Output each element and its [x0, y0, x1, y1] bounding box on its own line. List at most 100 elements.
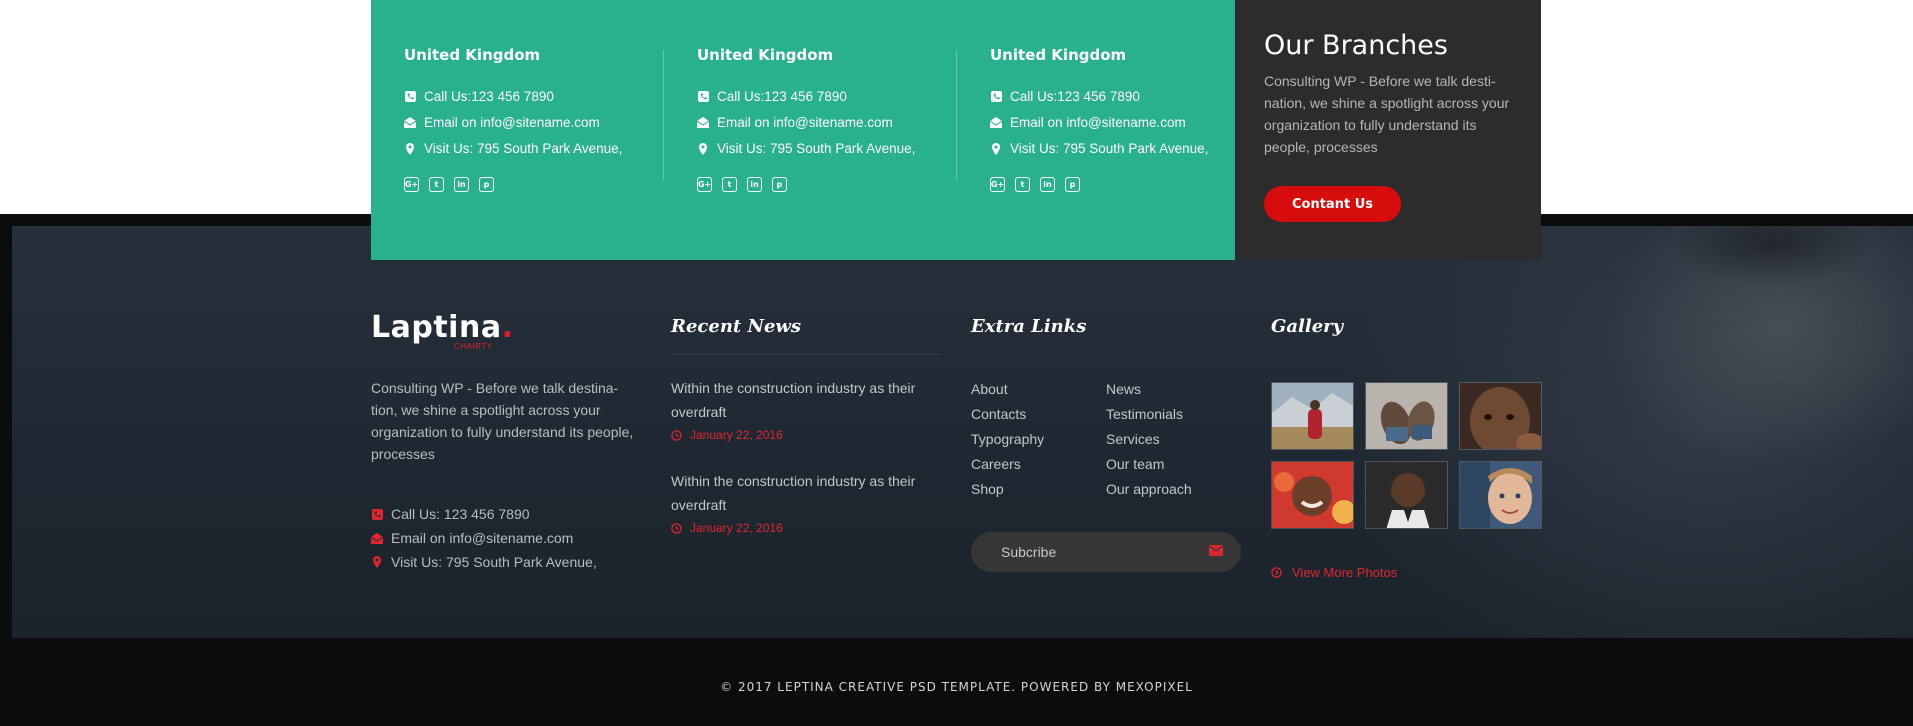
branch-address-text: Visit Us: 795 South Park Avenue, — [424, 141, 623, 156]
google-plus-icon[interactable]: G+ — [697, 177, 712, 192]
branch-address-text: Visit Us: 795 South Park Avenue, — [717, 141, 916, 156]
footer-address-text: Visit Us: 795 South Park Avenue, — [391, 554, 597, 570]
footer-logo[interactable]: Laptina. CHAIRTY — [371, 310, 513, 351]
footer-link-typography[interactable]: Typography — [971, 431, 1044, 447]
subscribe-placeholder: Subcribe — [1001, 544, 1057, 560]
branch-email: Email on info@sitename.com — [990, 115, 1186, 130]
clock-icon — [671, 522, 682, 534]
linkedin-icon[interactable]: in — [454, 177, 469, 192]
our-branches-panel: Our Branches Consulting WP - Before we t… — [1235, 0, 1541, 260]
branch-card: United Kingdom Call Us:123 456 7890 Emai… — [664, 0, 924, 260]
branch-card: United Kingdom Call Us:123 456 7890 Emai… — [957, 0, 1217, 260]
phone-icon — [990, 91, 1002, 103]
map-marker-icon — [990, 142, 1002, 155]
clock-icon — [671, 429, 682, 441]
gallery-photo[interactable] — [1271, 461, 1354, 529]
linkedin-icon[interactable]: in — [1040, 177, 1055, 192]
branch-phone: Call Us:123 456 7890 — [404, 89, 554, 104]
view-more-photos-text[interactable]: View More Photos — [1292, 565, 1397, 580]
copyright-text: © 2017 LEPTINA CREATIVE PSD TEMPLATE. PO… — [720, 680, 1193, 694]
gallery-photo[interactable] — [1459, 461, 1542, 529]
news-item[interactable]: Within the construction industry as thei… — [671, 376, 941, 442]
pinterest-icon[interactable]: p — [479, 177, 494, 192]
branch-social-links: G+ t in p — [697, 177, 787, 192]
envelope-open-icon — [990, 117, 1002, 129]
branch-address: Visit Us: 795 South Park Avenue, — [404, 141, 622, 156]
phone-icon — [371, 508, 383, 520]
branch-address: Visit Us: 795 South Park Avenue, — [697, 141, 915, 156]
news-date: January 22, 2016 — [671, 428, 941, 442]
footer-address: Visit Us: 795 South Park Avenue, — [371, 554, 597, 570]
footer-link-services[interactable]: Services — [1106, 431, 1160, 447]
twitter-icon[interactable]: t — [429, 177, 444, 192]
footer-email: Email on info@sitename.com — [371, 530, 573, 546]
branch-address: Visit Us: 795 South Park Avenue, — [990, 141, 1208, 156]
branch-title: United Kingdom — [990, 46, 1127, 64]
branch-email: Email on info@sitename.com — [404, 115, 600, 130]
logo-tagline: CHAIRTY — [454, 342, 493, 351]
pinterest-icon[interactable]: p — [1065, 177, 1080, 192]
news-item[interactable]: Within the construction industry as thei… — [671, 469, 941, 535]
our-branches-text: Consulting WP - Before we talk desti-nat… — [1264, 73, 1510, 155]
footer-background-photo — [12, 226, 1913, 638]
gallery-photo[interactable] — [1271, 382, 1354, 450]
footer-link-news[interactable]: News — [1106, 381, 1141, 397]
footer-link-about[interactable]: About — [971, 381, 1008, 397]
arrow-circle-right-icon — [1271, 567, 1282, 578]
news-date-text: January 22, 2016 — [690, 428, 783, 442]
twitter-icon[interactable]: t — [1015, 177, 1030, 192]
footer-link-contacts[interactable]: Contacts — [971, 406, 1026, 422]
gallery-photo[interactable] — [1365, 461, 1448, 529]
branch-email-text[interactable]: Email on info@sitename.com — [1010, 115, 1186, 130]
envelope-icon[interactable] — [1209, 543, 1223, 561]
map-marker-icon — [697, 142, 709, 155]
footer-link-shop[interactable]: Shop — [971, 481, 1004, 497]
gallery-grid — [1271, 382, 1542, 529]
branch-email-text[interactable]: Email on info@sitename.com — [717, 115, 893, 130]
branch-address-text: Visit Us: 795 South Park Avenue, — [1010, 141, 1209, 156]
footer-link-testimonials[interactable]: Testimonials — [1106, 406, 1183, 422]
pinterest-icon[interactable]: p — [772, 177, 787, 192]
branch-social-links: G+ t in p — [990, 177, 1080, 192]
subscribe-field[interactable]: Subcribe — [971, 532, 1241, 572]
google-plus-icon[interactable]: G+ — [404, 177, 419, 192]
branch-card: United Kingdom Call Us:123 456 7890 Emai… — [371, 0, 631, 260]
news-title[interactable]: Within the construction industry as thei… — [671, 469, 941, 517]
branch-title: United Kingdom — [404, 46, 541, 64]
twitter-icon[interactable]: t — [722, 177, 737, 192]
gallery-heading: Gallery — [1271, 316, 1344, 337]
logo-wordmark: Laptina — [371, 310, 502, 345]
branch-phone-text: Call Us:123 456 7890 — [424, 89, 554, 104]
footer-link-careers[interactable]: Careers — [971, 456, 1021, 472]
branch-phone-text: Call Us:123 456 7890 — [1010, 89, 1140, 104]
gallery-photo[interactable] — [1365, 382, 1448, 450]
footer-about-text: Consulting WP - Before we talk destina-t… — [371, 380, 634, 462]
map-marker-icon — [371, 556, 383, 568]
contact-us-button[interactable]: Contant Us — [1264, 186, 1401, 222]
heading-divider — [671, 354, 941, 355]
phone-icon — [697, 91, 709, 103]
google-plus-icon[interactable]: G+ — [990, 177, 1005, 192]
branches-panel: United Kingdom Call Us:123 456 7890 Emai… — [371, 0, 1235, 260]
view-more-photos-link[interactable]: View More Photos — [1271, 565, 1397, 580]
recent-news-heading: Recent News — [671, 316, 802, 337]
envelope-open-icon — [404, 117, 416, 129]
footer-link-our-approach[interactable]: Our approach — [1106, 481, 1192, 497]
map-marker-icon — [404, 142, 416, 155]
envelope-open-icon — [697, 117, 709, 129]
phone-icon — [404, 91, 416, 103]
branch-email-text[interactable]: Email on info@sitename.com — [424, 115, 600, 130]
footer-phone: Call Us: 123 456 7890 — [371, 506, 530, 522]
gallery-photo[interactable] — [1459, 382, 1542, 450]
footer-email-text[interactable]: Email on info@sitename.com — [391, 530, 573, 546]
footer-link-our-team[interactable]: Our team — [1106, 456, 1164, 472]
linkedin-icon[interactable]: in — [747, 177, 762, 192]
news-date-text: January 22, 2016 — [690, 521, 783, 535]
branch-phone: Call Us:123 456 7890 — [697, 89, 847, 104]
our-branches-title: Our Branches — [1264, 30, 1448, 61]
branch-phone-text: Call Us:123 456 7890 — [717, 89, 847, 104]
branch-email: Email on info@sitename.com — [697, 115, 893, 130]
branch-title: United Kingdom — [697, 46, 834, 64]
footer-phone-text: Call Us: 123 456 7890 — [391, 506, 530, 522]
news-title[interactable]: Within the construction industry as thei… — [671, 376, 941, 424]
